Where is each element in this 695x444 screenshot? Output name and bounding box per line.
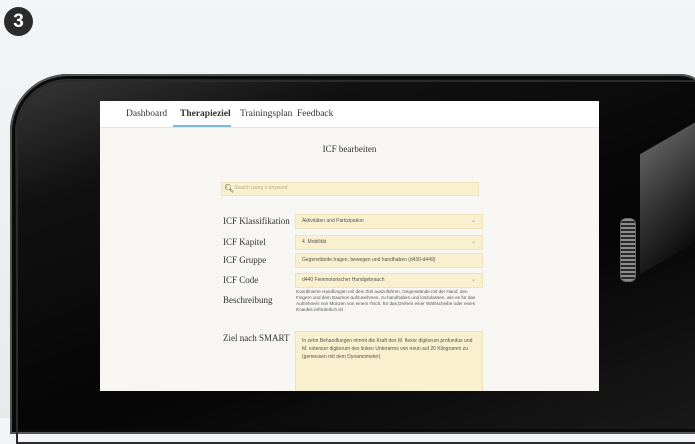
chevron-down-icon: ⌄ <box>470 218 476 224</box>
page-title: ICF bearbeiten <box>322 144 377 154</box>
chevron-down-icon: ⌄ <box>470 239 476 245</box>
tab-feedback[interactable]: Feedback <box>297 109 333 119</box>
step-number-badge: 3 <box>4 7 33 36</box>
tab-dashboard[interactable]: Dashboard <box>126 109 167 119</box>
app-screen: Dashboard Therapieziel Trainingsplan Fee… <box>100 101 599 391</box>
tab-trainingsplan[interactable]: Trainingsplan <box>240 109 292 119</box>
select-gruppe[interactable]: Gegenstände tragen, bewegen und handhabe… <box>295 253 483 268</box>
value-klassifikation: Aktivitäten und Partizipation <box>302 218 364 224</box>
main-content: ICF bearbeiten 🔍︎ Search using a keyword… <box>100 128 599 391</box>
top-nav: Dashboard Therapieziel Trainingsplan Fee… <box>100 101 599 128</box>
search-icon: 🔍︎ <box>224 184 235 193</box>
search-input[interactable]: 🔍︎ Search using a keyword <box>221 182 479 196</box>
smart-goal-textarea[interactable]: In zehn Behandlungen nimmt die Kraft des… <box>295 331 483 391</box>
phone-speaker-grille <box>620 218 636 282</box>
select-code[interactable]: d440 Feinmotorischer Handgebrauch ⌄ <box>295 273 483 288</box>
search-placeholder: Search using a keyword <box>234 185 288 191</box>
select-klassifikation[interactable]: Aktivitäten und Partizipation ⌄ <box>295 214 483 229</box>
tab-therapieziel[interactable]: Therapieziel <box>180 109 231 119</box>
chevron-down-icon: ⌄ <box>470 277 476 283</box>
active-tab-indicator <box>173 125 231 127</box>
value-kapitel: 4. Mobilität <box>302 239 327 245</box>
value-gruppe: Gegenstände tragen, bewegen und handhabe… <box>302 257 436 263</box>
select-kapitel[interactable]: 4. Mobilität ⌄ <box>295 235 483 250</box>
smart-goal-text: In zehn Behandlungen nimmt die Kraft des… <box>302 338 473 360</box>
description-text: Koordinierte Handlungen mit dem Ziel aus… <box>296 289 476 312</box>
value-code: d440 Feinmotorischer Handgebrauch <box>302 277 385 283</box>
